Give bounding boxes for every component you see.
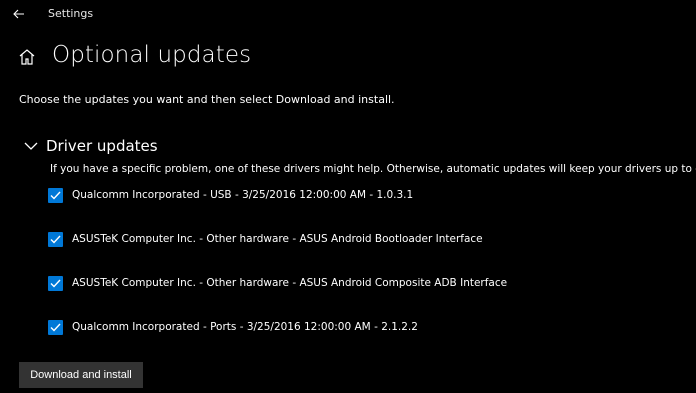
checkmark-icon — [50, 191, 61, 200]
app-title: Settings — [48, 7, 94, 20]
page-description: Choose the updates you want and then sel… — [19, 93, 395, 106]
driver-label: Qualcomm Incorporated - USB - 3/25/2016 … — [72, 189, 414, 201]
driver-item[interactable]: Qualcomm Incorporated - Ports - 3/25/201… — [48, 318, 418, 336]
driver-checkbox[interactable] — [48, 231, 63, 247]
driver-updates-header[interactable]: Driver updates — [22, 135, 158, 157]
driver-checkbox[interactable] — [48, 275, 63, 291]
download-and-install-button[interactable]: Download and install — [19, 362, 143, 388]
driver-item[interactable]: ASUSTeK Computer Inc. - Other hardware -… — [48, 274, 507, 292]
title-bar: Settings — [0, 0, 696, 28]
chevron-down-icon — [24, 142, 38, 150]
driver-item[interactable]: ASUSTeK Computer Inc. - Other hardware -… — [48, 230, 483, 248]
driver-item[interactable]: Qualcomm Incorporated - USB - 3/25/2016 … — [48, 186, 413, 204]
driver-checkbox[interactable] — [48, 187, 63, 203]
page-title: Optional updates — [52, 42, 252, 68]
home-icon[interactable] — [17, 47, 37, 67]
section-title: Driver updates — [46, 137, 158, 155]
checkmark-icon — [50, 323, 61, 332]
driver-checkbox[interactable] — [48, 319, 63, 335]
back-arrow-icon — [13, 9, 24, 19]
checkmark-icon — [50, 235, 61, 244]
section-description: If you have a specific problem, one of t… — [50, 163, 696, 175]
driver-label: Qualcomm Incorporated - Ports - 3/25/201… — [72, 321, 418, 333]
back-button[interactable] — [8, 3, 30, 25]
driver-label: ASUSTeK Computer Inc. - Other hardware -… — [72, 277, 508, 289]
driver-label: ASUSTeK Computer Inc. - Other hardware -… — [72, 233, 483, 245]
checkmark-icon — [50, 279, 61, 288]
